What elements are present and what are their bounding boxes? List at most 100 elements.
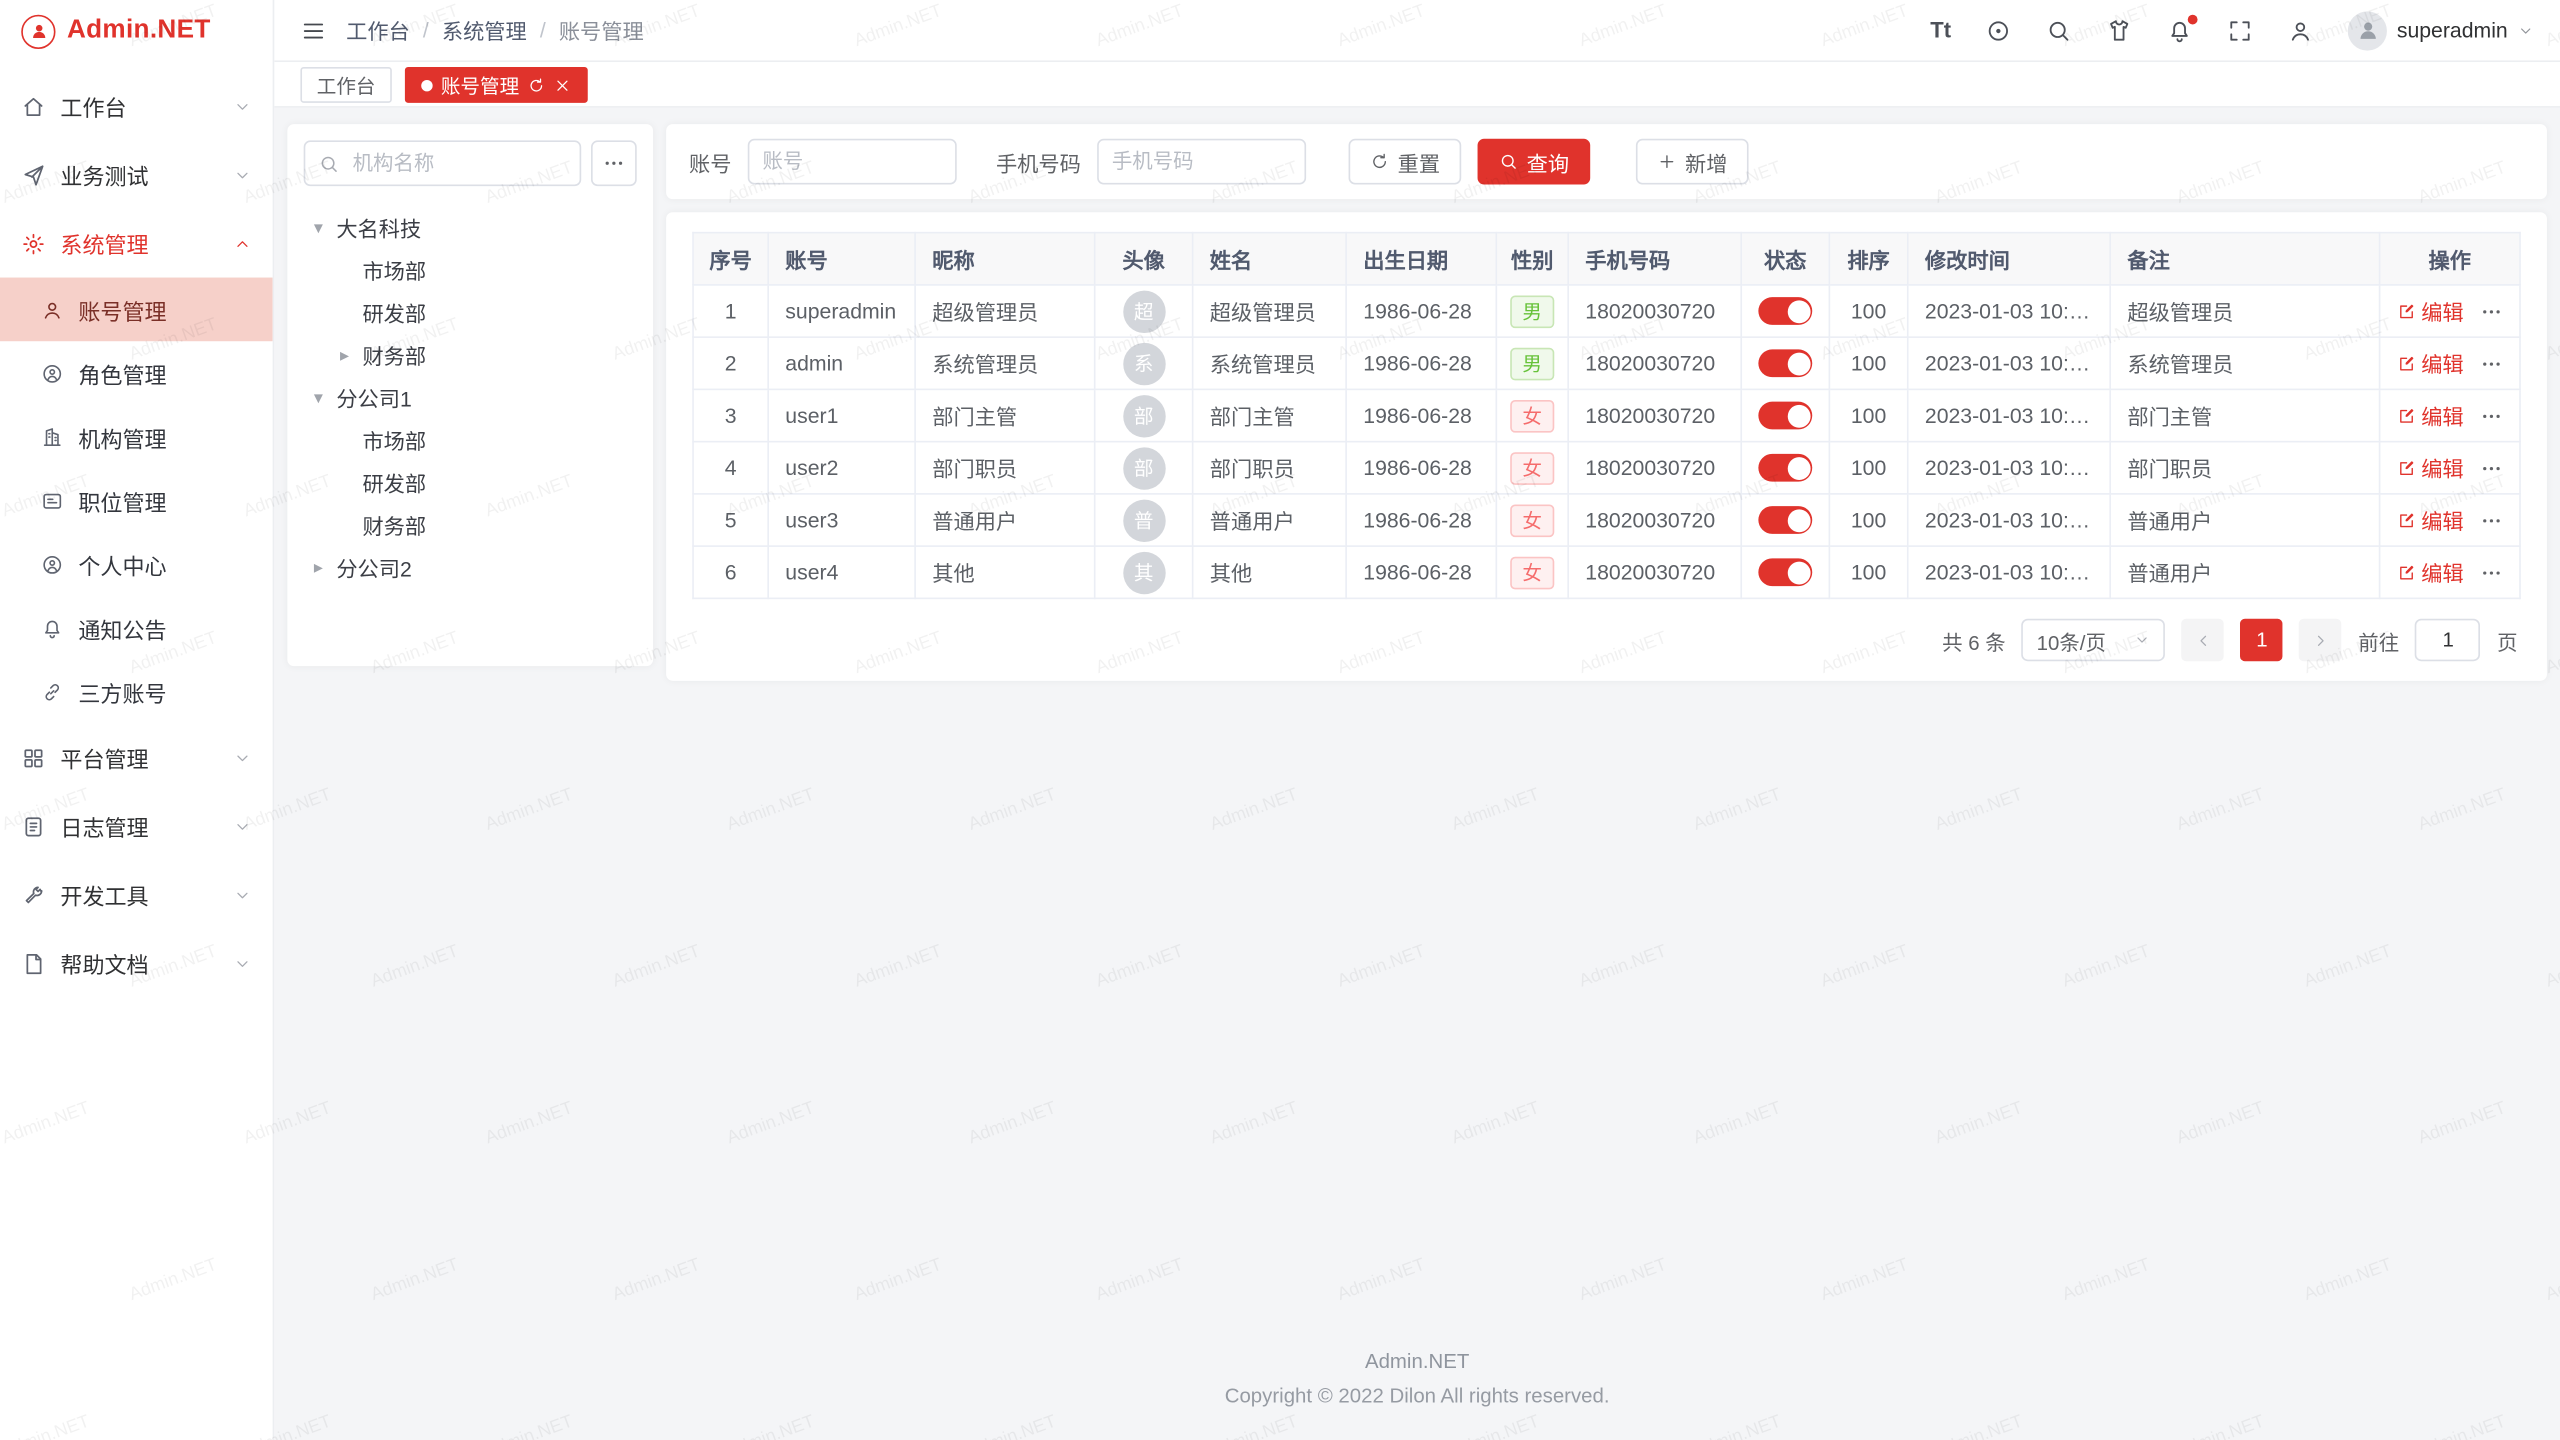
search-icon bbox=[1499, 152, 1519, 172]
layout: Admin.NET 工作台 业务测试 系统管理 bbox=[0, 0, 2560, 1440]
more-actions-button[interactable] bbox=[2480, 404, 2503, 427]
cell-actions: 编辑 bbox=[2380, 546, 2520, 598]
cell-name: 部门职员 bbox=[1193, 442, 1346, 494]
user-menu[interactable]: superadmin bbox=[2348, 11, 2534, 50]
edit-button[interactable]: 编辑 bbox=[2397, 557, 2464, 588]
column-header: 昵称 bbox=[915, 233, 1095, 285]
caret-down-icon[interactable]: ▾ bbox=[307, 216, 330, 237]
person-badge-icon bbox=[29, 21, 49, 41]
sidebar-item-notice[interactable]: 通知公告 bbox=[0, 596, 273, 660]
sidebar-item-dev-tools[interactable]: 开发工具 bbox=[0, 860, 273, 929]
tab-account-admin[interactable]: 账号管理 bbox=[405, 67, 588, 103]
tree-more-button[interactable] bbox=[591, 140, 637, 186]
refresh-icon[interactable] bbox=[527, 76, 545, 94]
notification-bell-icon[interactable] bbox=[2167, 17, 2193, 43]
search-button[interactable]: 查询 bbox=[1478, 139, 1591, 185]
cell-birth-date: 1986-06-28 bbox=[1346, 546, 1496, 598]
more-actions-button[interactable] bbox=[2480, 561, 2503, 584]
tree-node[interactable]: ▾分公司1 bbox=[304, 376, 637, 418]
edit-button[interactable]: 编辑 bbox=[2397, 452, 2464, 483]
cell-nickname: 部门职员 bbox=[915, 442, 1095, 494]
caret-right-icon[interactable]: ▸ bbox=[307, 556, 330, 577]
avatar-person-icon bbox=[2355, 18, 2379, 42]
edit-button[interactable]: 编辑 bbox=[2397, 348, 2464, 379]
chevron-down-icon bbox=[233, 749, 251, 767]
more-actions-button[interactable] bbox=[2480, 300, 2503, 323]
sidebar-item-system-admin[interactable]: 系统管理 bbox=[0, 209, 273, 278]
search-icon[interactable] bbox=[2046, 17, 2072, 43]
sidebar-item-workbench[interactable]: 工作台 bbox=[0, 72, 273, 141]
edit-button[interactable]: 编辑 bbox=[2397, 400, 2464, 431]
more-actions-button[interactable] bbox=[2480, 509, 2503, 532]
status-toggle[interactable] bbox=[1758, 558, 1812, 586]
sidebar-item-help-docs[interactable]: 帮助文档 bbox=[0, 929, 273, 998]
page-number-1[interactable]: 1 bbox=[2241, 619, 2283, 661]
edit-button[interactable]: 编辑 bbox=[2397, 296, 2464, 327]
page-size-select[interactable]: 10条/页 bbox=[2022, 619, 2166, 661]
account-input[interactable] bbox=[748, 139, 957, 185]
cell-nickname: 部门主管 bbox=[915, 389, 1095, 441]
edit-button[interactable]: 编辑 bbox=[2397, 504, 2464, 535]
cell-sort: 100 bbox=[1829, 337, 1907, 389]
tree-node[interactable]: 市场部 bbox=[304, 418, 637, 460]
sidebar-item-platform-admin[interactable]: 平台管理 bbox=[0, 723, 273, 792]
cell-modified-time: 2023-01-03 10:59:44 bbox=[1908, 389, 2110, 441]
sidebar-item-business-test[interactable]: 业务测试 bbox=[0, 140, 273, 209]
main-column: 工作台 / 系统管理 / 账号管理 Tt superadmi bbox=[274, 0, 2560, 1440]
add-button[interactable]: 新增 bbox=[1636, 139, 1749, 185]
font-size-icon[interactable]: Tt bbox=[1930, 19, 1951, 41]
sidebar-item-role-admin[interactable]: 角色管理 bbox=[0, 341, 273, 405]
caret-down-icon[interactable]: ▾ bbox=[307, 386, 330, 407]
chevron-down-icon bbox=[2518, 22, 2534, 38]
theme-skin-icon[interactable] bbox=[2106, 17, 2132, 43]
close-icon[interactable] bbox=[554, 76, 572, 94]
tree-node[interactable]: ▾大名科技 bbox=[304, 206, 637, 248]
more-actions-button[interactable] bbox=[2480, 352, 2503, 375]
tree-node[interactable]: ▸分公司2 bbox=[304, 545, 637, 587]
tree-node[interactable]: 市场部 bbox=[304, 248, 637, 290]
reset-button[interactable]: 重置 bbox=[1349, 139, 1462, 185]
goto-page-input[interactable] bbox=[2415, 619, 2480, 661]
tree-node[interactable]: 财务部 bbox=[304, 503, 637, 545]
hamburger-menu-icon[interactable] bbox=[300, 17, 326, 43]
tree-node[interactable]: 研发部 bbox=[304, 291, 637, 333]
profile-icon[interactable] bbox=[2287, 17, 2313, 43]
sidebar-item-account-admin[interactable]: 账号管理 bbox=[0, 278, 273, 342]
cell-account: user4 bbox=[768, 546, 915, 598]
status-toggle[interactable] bbox=[1758, 402, 1812, 430]
app-root: Admin.NET 工作台 业务测试 系统管理 bbox=[0, 0, 2560, 1440]
caret-right-icon[interactable]: ▸ bbox=[333, 344, 356, 365]
tree-node[interactable]: ▸财务部 bbox=[304, 333, 637, 375]
status-toggle[interactable] bbox=[1758, 349, 1812, 377]
breadcrumb-item[interactable]: 系统管理 bbox=[442, 15, 527, 46]
prev-page-button[interactable] bbox=[2182, 619, 2224, 661]
cell-actions: 编辑 bbox=[2380, 285, 2520, 337]
sidebar-item-profile-center[interactable]: 个人中心 bbox=[0, 532, 273, 596]
cell-name: 系统管理员 bbox=[1193, 337, 1346, 389]
phone-input[interactable] bbox=[1097, 139, 1306, 185]
sidebar-item-log-admin[interactable]: 日志管理 bbox=[0, 792, 273, 861]
target-icon[interactable] bbox=[1985, 17, 2011, 43]
more-actions-button[interactable] bbox=[2480, 456, 2503, 479]
sidebar-item-label: 工作台 bbox=[60, 90, 126, 123]
search-glyph-icon bbox=[2046, 17, 2072, 43]
cell-avatar: 部 bbox=[1095, 389, 1193, 441]
org-tree-card: ▾大名科技市场部研发部▸财务部▾分公司1市场部研发部财务部▸分公司2 bbox=[287, 124, 653, 666]
sidebar-item-third-account[interactable]: 三方账号 bbox=[0, 660, 273, 724]
cell-gender: 女 bbox=[1496, 494, 1568, 546]
org-search-input[interactable] bbox=[349, 150, 566, 176]
user-icon bbox=[41, 298, 64, 321]
tree-node[interactable]: 研发部 bbox=[304, 460, 637, 502]
sidebar-item-org-admin[interactable]: 机构管理 bbox=[0, 405, 273, 469]
status-toggle[interactable] bbox=[1758, 297, 1812, 325]
tab-workbench[interactable]: 工作台 bbox=[300, 67, 391, 103]
next-page-button[interactable] bbox=[2300, 619, 2342, 661]
breadcrumb-item[interactable]: 工作台 bbox=[346, 15, 410, 46]
status-toggle[interactable] bbox=[1758, 454, 1812, 482]
logo[interactable]: Admin.NET bbox=[0, 0, 273, 62]
cell-gender: 男 bbox=[1496, 285, 1568, 337]
fullscreen-icon[interactable] bbox=[2227, 17, 2253, 43]
user-glyph-icon bbox=[2287, 17, 2313, 43]
sidebar-item-post-admin[interactable]: 职位管理 bbox=[0, 469, 273, 533]
status-toggle[interactable] bbox=[1758, 506, 1812, 534]
